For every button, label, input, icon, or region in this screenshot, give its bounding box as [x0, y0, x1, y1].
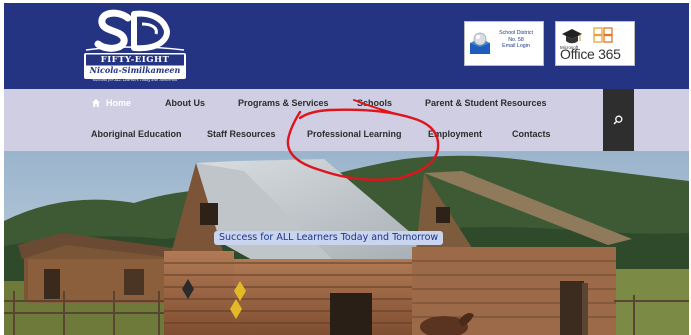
page: FIFTY-EIGHT Nicola-Similkameen "Success …: [4, 3, 689, 335]
nav-item-employment[interactable]: Employment: [428, 129, 482, 139]
nav-item-programs-services[interactable]: Programs & Services: [238, 98, 329, 108]
nav-item-contacts[interactable]: Contacts: [512, 129, 551, 139]
email-login-line-3: Email Login: [502, 43, 530, 50]
school-district-email-login-button[interactable]: School District No. 58 Email Login: [464, 21, 544, 66]
logo-text-nicola-similkameen: Nicola-Similkameen: [89, 65, 181, 75]
nav-item-home[interactable]: Home: [92, 98, 131, 108]
nav-item-parent-student-resources[interactable]: Parent & Student Resources: [425, 98, 547, 108]
nav-item-professional-learning[interactable]: Professional Learning: [307, 129, 402, 139]
site-header: FIFTY-EIGHT Nicola-Similkameen "Success …: [4, 3, 689, 89]
search-icon: [613, 115, 623, 125]
email-login-line-1: School District: [499, 30, 533, 36]
email-login-label: School District No. 58 Email Login: [491, 30, 541, 50]
office-365-button[interactable]: Microsoft Office 365: [555, 21, 635, 66]
nav-item-staff-resources[interactable]: Staff Resources: [207, 129, 276, 139]
nav-item-aboriginal-education[interactable]: Aboriginal Education: [91, 129, 182, 139]
email-login-icon: [469, 31, 491, 55]
office-logo-icon: [593, 27, 613, 43]
home-icon: [92, 99, 100, 107]
logo-motto: "Success for ALL Learners Today and Tomo…: [91, 78, 179, 82]
hero-banner: Success for ALL Learners Today and Tomor…: [4, 151, 689, 335]
office-365-label: Office 365: [560, 46, 621, 62]
main-navigation: Home About Us Programs & Services School…: [4, 89, 689, 151]
district-logo[interactable]: FIFTY-EIGHT Nicola-Similkameen "Success …: [76, 6, 194, 86]
logo-text-fifty-eight: FIFTY-EIGHT: [100, 55, 170, 65]
graduation-cap-icon: [561, 28, 583, 46]
nav-item-schools[interactable]: Schools: [357, 98, 392, 108]
nav-item-home-label: Home: [106, 98, 132, 108]
search-button[interactable]: [603, 89, 634, 151]
email-login-line-2: No. 58: [508, 36, 524, 43]
nav-item-about-us[interactable]: About Us: [165, 98, 205, 108]
hero-tagline: Success for ALL Learners Today and Tomor…: [214, 231, 444, 245]
